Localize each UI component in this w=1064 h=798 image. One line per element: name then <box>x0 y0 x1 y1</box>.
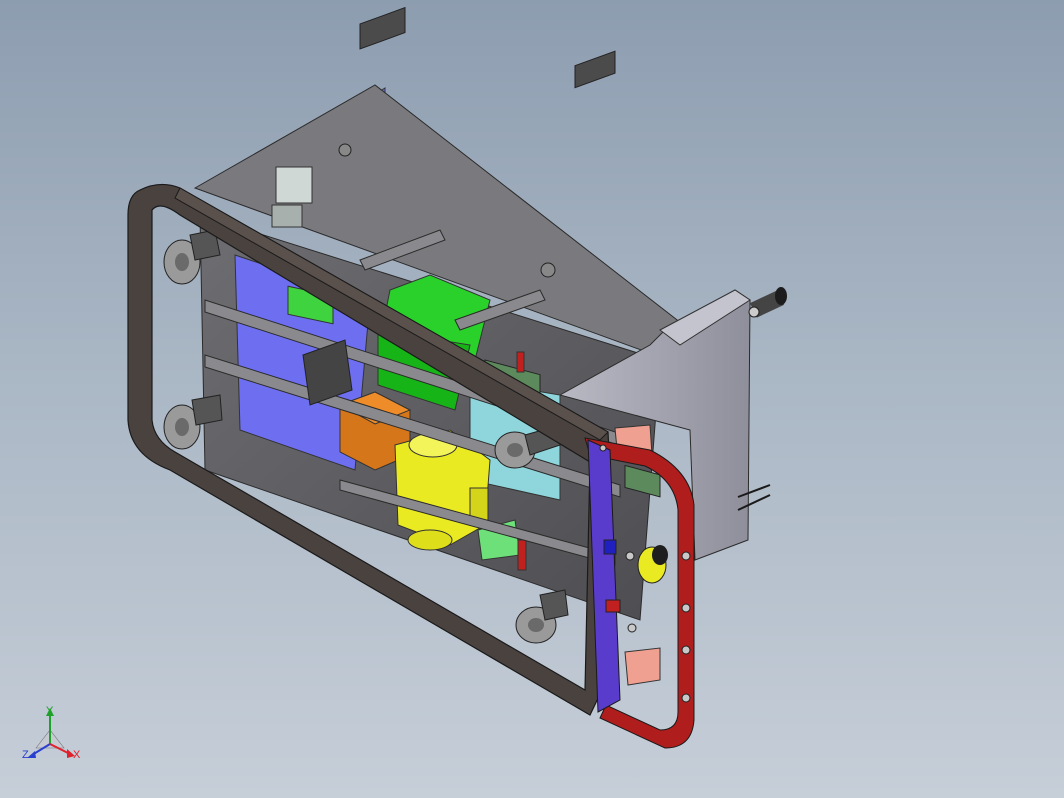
cart-assembly-model[interactable] <box>0 0 1064 798</box>
y-axis-label: Y <box>46 705 54 717</box>
drive-shaft <box>748 287 787 318</box>
cad-viewport[interactable]: Y X Z <box>0 0 1064 798</box>
x-axis-label: X <box>73 749 81 761</box>
z-axis-label: Z <box>22 749 29 761</box>
